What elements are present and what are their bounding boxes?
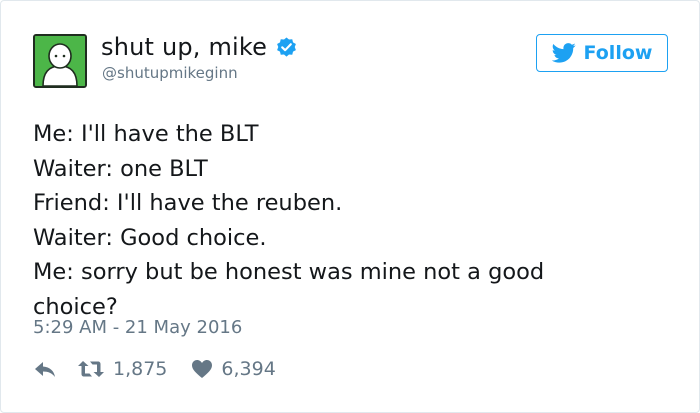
tweet-actions: 1,875 6,394 bbox=[33, 358, 276, 380]
author-name-row: shut up, mike bbox=[101, 33, 298, 61]
like-button[interactable]: 6,394 bbox=[167, 358, 276, 380]
tweet-line: Waiter: Good choice. bbox=[33, 224, 267, 251]
tweet-text: Me: I'll have the BLT Waiter: one BLT Fr… bbox=[33, 117, 633, 324]
tweet-line: Me: sorry but be honest was mine not a g… bbox=[33, 259, 545, 285]
twitter-bird-icon bbox=[551, 43, 576, 63]
heart-icon bbox=[192, 360, 213, 378]
tweet-line: Me: I'll have the BLT bbox=[33, 121, 259, 147]
author-handle[interactable]: @shutupmikeginn bbox=[102, 64, 238, 82]
author-display-name[interactable]: shut up, mike bbox=[101, 33, 267, 61]
tweet-line: Friend: I'll have the reuben. bbox=[33, 190, 343, 216]
retweet-icon bbox=[78, 361, 104, 377]
follow-label: Follow bbox=[583, 42, 653, 64]
follow-button[interactable]: Follow bbox=[536, 34, 668, 72]
tweet-timestamp[interactable]: 5:29 AM - 21 May 2016 bbox=[33, 317, 242, 338]
retweet-button[interactable]: 1,875 bbox=[57, 358, 167, 380]
cartoon-avatar-icon bbox=[35, 36, 85, 86]
retweet-count: 1,875 bbox=[113, 358, 168, 380]
tweet-card: shut up, mike @shutupmikeginn Follow Me:… bbox=[0, 0, 700, 413]
reply-button[interactable] bbox=[33, 359, 57, 379]
like-count: 6,394 bbox=[221, 358, 276, 380]
verified-badge-icon bbox=[277, 36, 297, 57]
reply-arrow-icon bbox=[35, 362, 55, 377]
tweet-line: Waiter: one BLT bbox=[33, 155, 208, 182]
avatar[interactable] bbox=[33, 34, 87, 88]
